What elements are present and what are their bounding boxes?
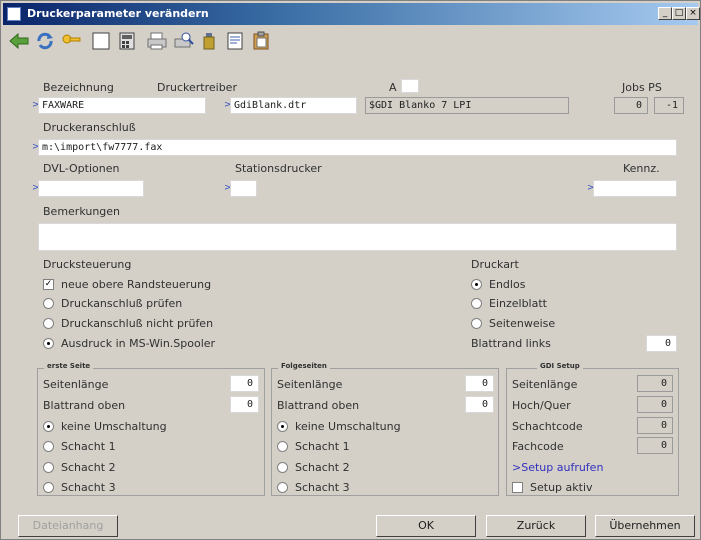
radio-button[interactable] [471, 298, 482, 309]
gdi-fachcode-label: Fachcode [512, 440, 564, 453]
erste-seite-title: erste Seite [44, 362, 94, 370]
druckertreiber-label: Druckertreiber [157, 81, 237, 94]
print-preview-icon[interactable] [171, 29, 195, 53]
druckeranschluss-label: Druckeranschluß [43, 121, 136, 134]
folgeseiten-blattrand-label: Blattrand oben [277, 399, 360, 412]
back-arrow-icon[interactable] [7, 29, 31, 53]
folgeseiten-seitenlaenge-field[interactable]: 0 [465, 375, 494, 392]
kennz-label: Kennz. [623, 162, 660, 175]
druckeranschluss-field[interactable]: m:\import\fw7777.fax [38, 139, 677, 156]
gdi-setup-title: GDI Setup [537, 362, 583, 370]
clipboard-icon[interactable] [249, 29, 273, 53]
app-icon [7, 7, 21, 21]
erste-seite-schacht-1[interactable]: Schacht 1 [43, 440, 116, 453]
radio-button[interactable] [471, 279, 482, 290]
radio-button[interactable] [277, 421, 288, 432]
refresh-icon[interactable] [33, 29, 57, 53]
druckart-einzelblatt-option[interactable]: Einzelblatt [471, 297, 547, 310]
kennz-field[interactable] [593, 180, 677, 197]
bemerkungen-label: Bemerkungen [43, 205, 121, 218]
bottle-icon[interactable] [197, 29, 221, 53]
setup-aktiv-option[interactable]: Setup aktiv [512, 481, 593, 494]
dialog-window: Druckerparameter verändern _ □ × Bezeich… [0, 0, 701, 540]
ok-button[interactable]: OK [376, 515, 476, 537]
document-icon[interactable] [223, 29, 247, 53]
jobs-field: 0 [614, 97, 648, 114]
blank-page-icon[interactable] [89, 29, 113, 53]
radio-button[interactable] [277, 482, 288, 493]
radio-button[interactable] [43, 298, 54, 309]
key-icon[interactable] [59, 29, 83, 53]
erste-seite-blattrand-field[interactable]: 0 [230, 396, 259, 413]
dateianhang-button[interactable]: Dateianhang [18, 515, 118, 537]
radio-button[interactable] [277, 462, 288, 473]
title-bar: Druckerparameter verändern _ □ × [3, 3, 700, 25]
folgeseiten-blattrand-field[interactable]: 0 [465, 396, 494, 413]
blattrand-links-field[interactable]: 0 [646, 335, 677, 352]
maximize-button[interactable]: □ [672, 7, 686, 20]
erste-seite-seitenlaenge-label: Seitenlänge [43, 378, 109, 391]
radio-button[interactable] [43, 482, 54, 493]
radio-button[interactable] [43, 441, 54, 452]
toolbar [5, 27, 695, 55]
bemerkungen-field[interactable] [38, 223, 677, 251]
gdi-seitenlaenge-label: Seitenlänge [512, 378, 578, 391]
ps-field: -1 [654, 97, 684, 114]
a-label: A [389, 81, 397, 94]
checkbox[interactable] [512, 482, 523, 493]
dvl-optionen-field[interactable] [38, 180, 144, 197]
a-field[interactable] [401, 79, 419, 93]
gdi-schachtcode-field: 0 [637, 417, 673, 434]
erste-seite-schacht-2[interactable]: Schacht 2 [43, 461, 116, 474]
druckanschluss-nicht-pruefen-option[interactable]: Druckanschluß nicht prüfen [43, 317, 213, 330]
druckanschluss-pruefen-option[interactable]: Druckanschluß prüfen [43, 297, 182, 310]
neue-randsteuerung-option[interactable]: ✓ neue obere Randsteuerung [43, 278, 211, 291]
erste-seite-keine-umschaltung[interactable]: keine Umschaltung [43, 420, 167, 433]
gdi-hochquer-field: 0 [637, 396, 673, 413]
gdi-fachcode-field: 0 [637, 437, 673, 454]
folgeseiten-seitenlaenge-label: Seitenlänge [277, 378, 343, 391]
gdi-schachtcode-label: Schachtcode [512, 420, 583, 433]
druckart-endlos-option[interactable]: Endlos [471, 278, 525, 291]
stationsdrucker-label: Stationsdrucker [235, 162, 322, 175]
setup-aufrufen-link[interactable]: >Setup aufrufen [512, 461, 603, 474]
folgeseiten-schacht-1[interactable]: Schacht 1 [277, 440, 350, 453]
drucksteuerung-label: Drucksteuerung [43, 258, 132, 271]
ausdruck-spooler-option[interactable]: Ausdruck in MS-Win.Spooler [43, 337, 215, 350]
radio-button[interactable] [43, 421, 54, 432]
bezeichnung-field[interactable]: FAXWARE [38, 97, 206, 114]
folgeseiten-title: Folgeseiten [278, 362, 330, 370]
treiber-name-field: $GDI Blanko 7 LPI [365, 97, 569, 114]
bezeichnung-label: Bezeichnung [43, 81, 114, 94]
druckart-seitenweise-option[interactable]: Seitenweise [471, 317, 555, 330]
gdi-seitenlaenge-field: 0 [637, 375, 673, 392]
druckart-label: Druckart [471, 258, 519, 271]
blattrand-links-label: Blattrand links [471, 337, 551, 350]
druckertreiber-field[interactable]: GdiBlank.dtr [230, 97, 357, 114]
radio-button[interactable] [43, 462, 54, 473]
dvl-optionen-label: DVL-Optionen [43, 162, 120, 175]
radio-button[interactable] [471, 318, 482, 329]
window-title: Druckerparameter verändern [27, 7, 209, 20]
radio-button[interactable] [43, 318, 54, 329]
zurueck-button[interactable]: Zurück [486, 515, 586, 537]
erste-seite-seitenlaenge-field[interactable]: 0 [230, 375, 259, 392]
folgeseiten-keine-umschaltung[interactable]: keine Umschaltung [277, 420, 401, 433]
calculator-icon[interactable] [115, 29, 139, 53]
minimize-button[interactable]: _ [658, 7, 672, 20]
folgeseiten-schacht-2[interactable]: Schacht 2 [277, 461, 350, 474]
folgeseiten-schacht-3[interactable]: Schacht 3 [277, 481, 350, 494]
erste-seite-blattrand-label: Blattrand oben [43, 399, 126, 412]
uebernehmen-button[interactable]: Übernehmen [595, 515, 695, 537]
gdi-hochquer-label: Hoch/Quer [512, 399, 571, 412]
jobs-ps-label: Jobs PS [622, 81, 662, 94]
erste-seite-schacht-3[interactable]: Schacht 3 [43, 481, 116, 494]
stationsdrucker-field[interactable] [230, 180, 257, 197]
radio-button[interactable] [43, 338, 54, 349]
checkbox[interactable]: ✓ [43, 279, 54, 290]
close-button[interactable]: × [686, 7, 700, 20]
radio-button[interactable] [277, 441, 288, 452]
printer-icon[interactable] [145, 29, 169, 53]
